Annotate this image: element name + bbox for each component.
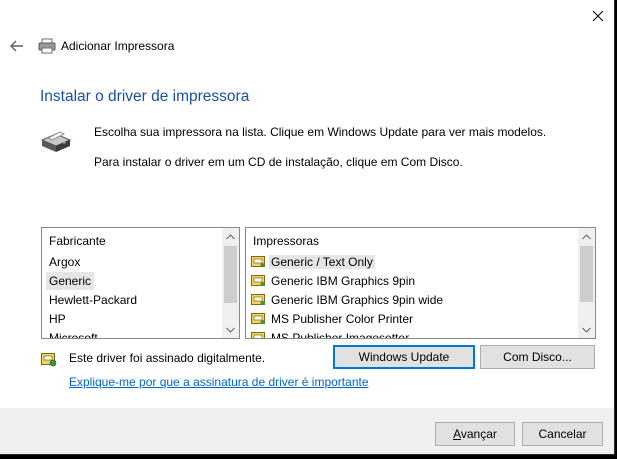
instruction-text-1: Escolha sua impressora na lista. Clique … xyxy=(94,125,547,139)
scroll-down-arrow-icon[interactable] xyxy=(578,321,595,338)
add-printer-window: Adicionar Impressora Instalar o driver d… xyxy=(0,0,615,455)
manufacturer-list[interactable]: Fabricante Argox Generic Hewlett-Packard… xyxy=(41,227,240,339)
signed-driver-icon xyxy=(41,351,57,367)
manufacturer-item-hp[interactable]: HP xyxy=(46,310,69,328)
back-button[interactable] xyxy=(8,37,26,55)
scroll-down-arrow-icon[interactable] xyxy=(222,321,239,338)
page-title: Instalar o driver de impressora xyxy=(40,88,250,105)
scroll-thumb[interactable] xyxy=(224,246,237,303)
printer-driver-icon xyxy=(251,294,265,305)
scroll-up-arrow-icon[interactable] xyxy=(222,228,239,245)
manufacturer-item-generic[interactable]: Generic xyxy=(46,272,95,290)
printer-list[interactable]: Impressoras Generic / Text Only Generic … xyxy=(245,227,596,339)
manufacturer-item-hewlett-packard[interactable]: Hewlett-Packard xyxy=(46,291,140,309)
printer-item[interactable]: MS Publisher Imagesetter xyxy=(251,329,411,338)
printer-item[interactable]: Generic IBM Graphics 9pin wide xyxy=(251,291,445,309)
printer-large-icon xyxy=(40,128,72,154)
window-title: Adicionar Impressora xyxy=(61,39,175,53)
instruction-text-2: Para instalar o driver em um CD de insta… xyxy=(94,155,463,169)
printer-icon xyxy=(38,38,56,54)
have-disk-button[interactable]: Com Disco... xyxy=(480,345,595,369)
printer-scrollbar[interactable] xyxy=(578,228,595,338)
printer-driver-icon xyxy=(251,332,265,338)
manufacturer-item-microsoft[interactable]: Microsoft xyxy=(46,329,101,338)
printer-list-header: Impressoras xyxy=(253,234,320,248)
printer-driver-icon xyxy=(251,313,265,324)
close-button[interactable] xyxy=(586,6,610,26)
next-button-mnemonic: A xyxy=(453,427,461,441)
printer-item[interactable]: Generic / Text Only xyxy=(251,253,375,271)
signed-driver-text: Este driver foi assinado digitalmente. xyxy=(69,351,266,365)
back-arrow-icon xyxy=(10,40,23,52)
manufacturer-item-argox[interactable]: Argox xyxy=(46,253,83,271)
cancel-button[interactable]: Cancelar xyxy=(522,422,603,446)
scroll-up-arrow-icon[interactable] xyxy=(578,228,595,245)
printer-driver-icon xyxy=(251,275,265,286)
scroll-thumb[interactable] xyxy=(580,246,593,302)
close-icon xyxy=(592,10,604,22)
printer-item[interactable]: Generic IBM Graphics 9pin xyxy=(251,272,417,290)
manufacturer-list-header: Fabricante xyxy=(49,234,106,248)
next-button[interactable]: Avançar xyxy=(435,422,515,446)
next-button-label: vançar xyxy=(460,427,497,441)
manufacturer-scrollbar[interactable] xyxy=(222,228,239,338)
printer-item[interactable]: MS Publisher Color Printer xyxy=(251,310,415,328)
printer-driver-icon xyxy=(251,256,265,267)
windows-update-button[interactable]: Windows Update xyxy=(333,345,475,369)
driver-signing-link[interactable]: Explique-me por que a assinatura de driv… xyxy=(69,375,369,389)
